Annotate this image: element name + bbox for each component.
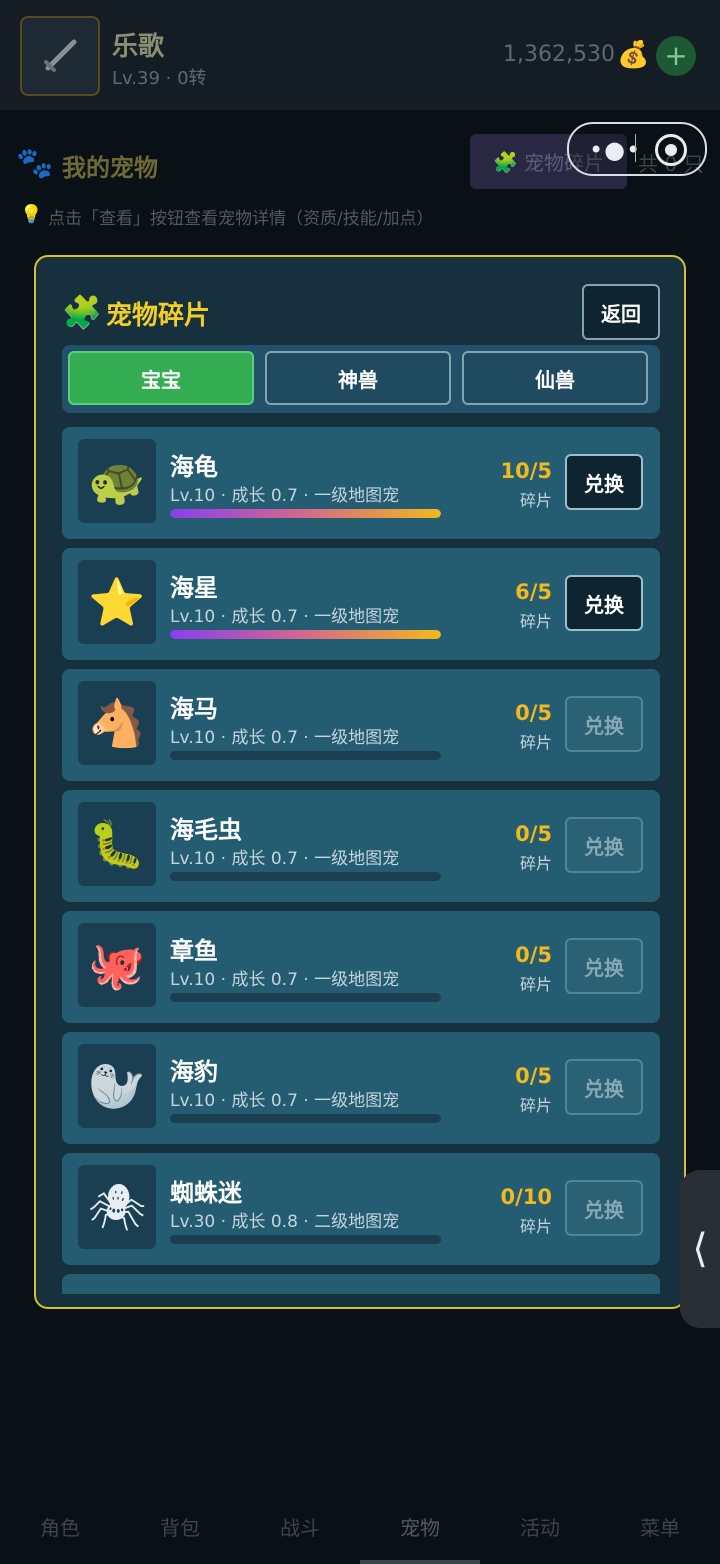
puzzle-icon: 🧩 xyxy=(62,293,102,331)
pet-row: 🐙 章鱼 Lv.10 · 成长 0.7 · 一级地图宠 0/5 碎片 兑换 xyxy=(62,911,660,1023)
pet-row: 🦭 海豹 Lv.10 · 成长 0.7 · 一级地图宠 0/5 碎片 兑换 xyxy=(62,1032,660,1144)
player-header: 乐歌 Lv.39 · 0转 1,362,530 💰 + xyxy=(0,0,720,110)
fragment-progress-fill xyxy=(170,509,441,518)
miniprogram-capsule: •●• xyxy=(567,122,707,176)
fragment-count: 0/5 xyxy=(515,943,552,967)
pet-row: 🕷 蜘蛛迷 Lv.30 · 成长 0.8 · 二级地图宠 0/10 碎片 兑换 xyxy=(62,1153,660,1265)
pet-desc: Lv.30 · 成长 0.8 · 二级地图宠 xyxy=(170,1212,400,1232)
nav-role[interactable]: 角色 xyxy=(0,1512,120,1541)
player-name: 乐歌 xyxy=(112,32,165,62)
capsule-divider xyxy=(635,134,636,162)
exchange-button[interactable]: 兑换 xyxy=(565,938,643,994)
nav-battle[interactable]: 战斗 xyxy=(240,1512,360,1541)
pet-name: 海马 xyxy=(170,695,218,723)
exchange-button[interactable]: 兑换 xyxy=(565,696,643,752)
fragment-unit: 碎片 xyxy=(519,1096,552,1115)
pet-desc: Lv.10 · 成长 0.7 · 一级地图宠 xyxy=(170,728,400,748)
pet-row: 🐛 海毛虫 Lv.10 · 成长 0.7 · 一级地图宠 0/5 碎片 兑换 xyxy=(62,790,660,902)
tab-divine-beast[interactable]: 神兽 xyxy=(265,351,451,405)
nav-menu[interactable]: 菜单 xyxy=(600,1512,720,1541)
more-icon[interactable]: •●• xyxy=(589,136,641,164)
fragment-progress xyxy=(170,630,441,639)
nav-activity[interactable]: 活动 xyxy=(480,1512,600,1541)
turtle-icon: 🐢 xyxy=(78,439,156,523)
pet-desc: Lv.10 · 成长 0.7 · 一级地图宠 xyxy=(170,970,400,990)
money-bag-icon: 💰 xyxy=(617,40,650,70)
fragment-count: 0/10 xyxy=(500,1185,552,1209)
chevron-left-icon: ⟨ xyxy=(692,1226,708,1272)
player-avatar[interactable] xyxy=(20,16,100,96)
pet-row: 🐴 海马 Lv.10 · 成长 0.7 · 一级地图宠 0/5 碎片 兑换 xyxy=(62,669,660,781)
fragment-unit: 碎片 xyxy=(519,854,552,873)
pet-desc: Lv.10 · 成长 0.7 · 一级地图宠 xyxy=(170,849,400,869)
pet-row: 🐢 海龟 Lv.10 · 成长 0.7 · 一级地图宠 10/5 碎片 兑换 xyxy=(62,427,660,539)
puzzle-icon: 🧩 xyxy=(493,149,518,174)
close-target-icon[interactable] xyxy=(655,134,687,166)
pet-name: 海龟 xyxy=(170,453,218,481)
fragment-progress xyxy=(170,509,441,518)
star-icon: ⭐ xyxy=(78,560,156,644)
pet-row-partial xyxy=(62,1274,660,1294)
exchange-button[interactable]: 兑换 xyxy=(565,575,643,631)
pet-desc: Lv.10 · 成长 0.7 · 一级地图宠 xyxy=(170,607,400,627)
tab-immortal-beast[interactable]: 仙兽 xyxy=(462,351,648,405)
add-gold-button[interactable]: + xyxy=(656,36,696,76)
fragment-unit: 碎片 xyxy=(519,975,552,994)
pet-desc: Lv.10 · 成长 0.7 · 一级地图宠 xyxy=(170,486,400,506)
bottom-nav: 角色 背包 战斗 宠物 活动 菜单 xyxy=(0,1490,720,1564)
fragment-count: 6/5 xyxy=(515,580,552,604)
fragment-progress xyxy=(170,1114,441,1123)
fragment-unit: 碎片 xyxy=(519,733,552,752)
fragment-progress-fill xyxy=(170,630,441,639)
back-button[interactable]: 返回 xyxy=(582,284,660,340)
page-title: 我的宠物 xyxy=(62,154,158,182)
exchange-button[interactable]: 兑换 xyxy=(565,817,643,873)
pet-name: 海毛虫 xyxy=(170,816,242,844)
page-tip: 点击「查看」按钮查看宠物详情（资质/技能/加点） xyxy=(48,209,434,229)
caterpillar-icon: 🐛 xyxy=(78,802,156,886)
modal-title: 宠物碎片 xyxy=(106,301,211,331)
pet-desc: Lv.10 · 成长 0.7 · 一级地图宠 xyxy=(170,1091,400,1111)
sword-icon xyxy=(44,39,77,72)
fragment-count: 0/5 xyxy=(515,1064,552,1088)
fragment-progress xyxy=(170,1235,441,1244)
fragment-progress xyxy=(170,872,441,881)
fragment-unit: 碎片 xyxy=(519,1217,552,1236)
fragment-unit: 碎片 xyxy=(519,491,552,510)
nav-pet[interactable]: 宠物 xyxy=(360,1512,480,1541)
exchange-button[interactable]: 兑换 xyxy=(565,1059,643,1115)
lightbulb-icon: 💡 xyxy=(20,204,43,225)
pet-row: ⭐ 海星 Lv.10 · 成长 0.7 · 一级地图宠 6/5 碎片 兑换 xyxy=(62,548,660,660)
category-tabs: 宝宝 神兽 仙兽 xyxy=(62,345,660,413)
pet-name: 海豹 xyxy=(170,1058,218,1086)
horse-icon: 🐴 xyxy=(78,681,156,765)
nav-active-indicator xyxy=(360,1560,480,1564)
tab-baby[interactable]: 宝宝 xyxy=(68,351,254,405)
octopus-icon: 🐙 xyxy=(78,923,156,1007)
side-collapse-handle[interactable]: ⟨ xyxy=(680,1170,720,1328)
player-level: Lv.39 · 0转 xyxy=(112,68,207,89)
fragment-progress xyxy=(170,993,441,1002)
exchange-button[interactable]: 兑换 xyxy=(565,1180,643,1236)
fragment-count: 0/5 xyxy=(515,701,552,725)
fragment-progress xyxy=(170,751,441,760)
pet-fragments-modal: 🧩 宠物碎片 返回 宝宝 神兽 仙兽 🐢 海龟 Lv.10 · 成长 0.7 ·… xyxy=(34,255,686,1309)
seal-icon: 🦭 xyxy=(78,1044,156,1128)
exchange-button[interactable]: 兑换 xyxy=(565,454,643,510)
fragment-unit: 碎片 xyxy=(519,612,552,631)
fragment-count: 10/5 xyxy=(500,459,552,483)
pet-name: 海星 xyxy=(170,574,218,602)
spider-icon: 🕷 xyxy=(78,1165,156,1249)
gold-amount: 1,362,530 xyxy=(503,42,615,67)
pet-name: 章鱼 xyxy=(170,937,218,965)
nav-bag[interactable]: 背包 xyxy=(120,1512,240,1541)
pet-name: 蜘蛛迷 xyxy=(170,1179,242,1207)
fragment-count: 0/5 xyxy=(515,822,552,846)
paw-icon: 🐾 xyxy=(16,146,54,181)
